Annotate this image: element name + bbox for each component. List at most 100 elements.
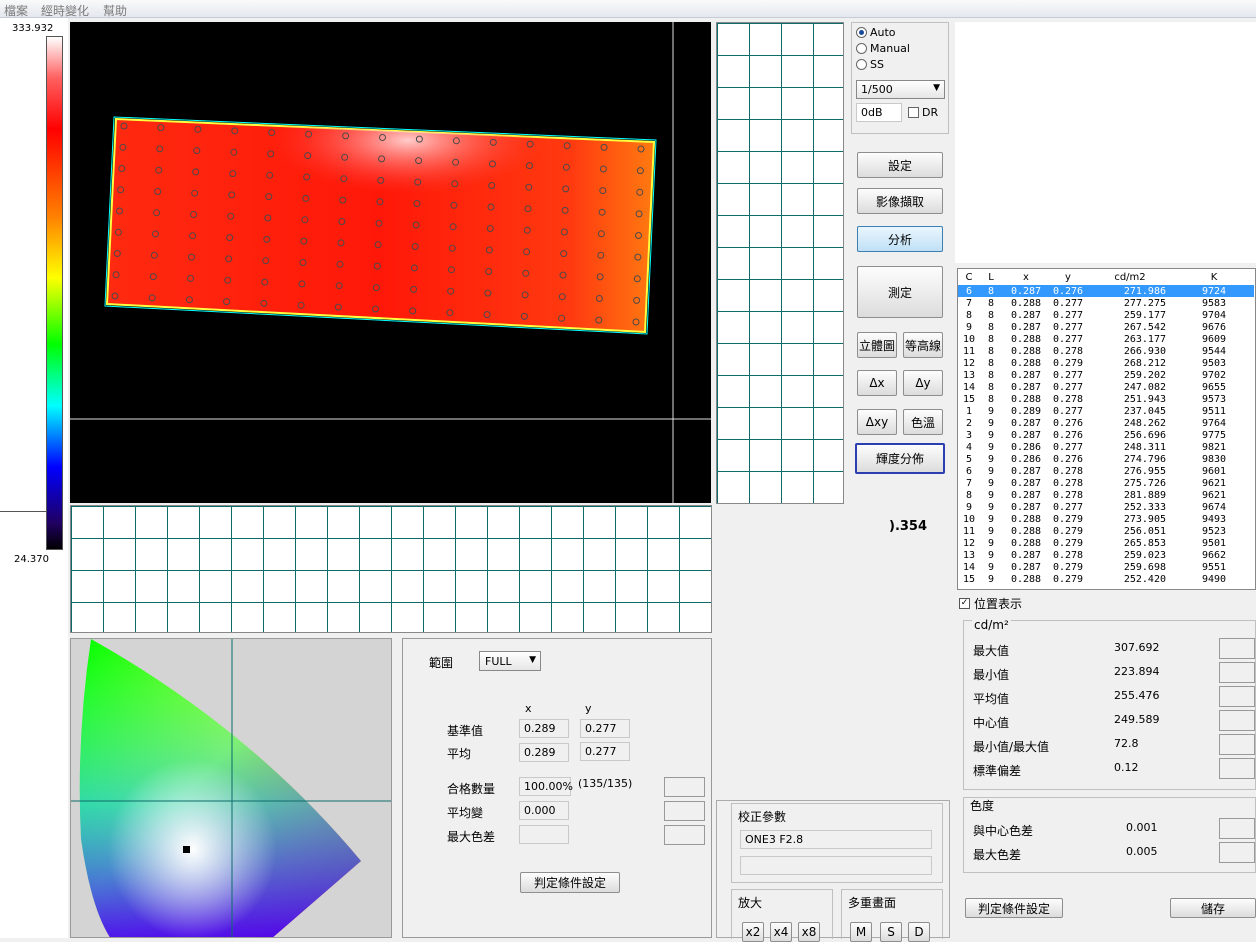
table-row[interactable]: 6 9 0.287 0.278 276.955 9601 (958, 465, 1254, 477)
ref-x-field[interactable]: 0.289 (519, 719, 569, 738)
pass-label: 合格數量 (447, 782, 496, 796)
shutter-select[interactable]: 1/500 ▼ (856, 80, 945, 99)
range-select[interactable]: FULL ▼ (479, 651, 541, 671)
table-row[interactable]: 7 8 0.288 0.277 277.275 9583 (958, 297, 1254, 309)
table-cell: 9 (987, 405, 995, 417)
table-row[interactable]: 6 8 0.287 0.276 271.986 9724 (958, 285, 1254, 297)
multi-s-button[interactable]: S (880, 922, 902, 942)
table-row[interactable]: 10 9 0.288 0.279 273.905 9493 (958, 513, 1254, 525)
analyze-button[interactable]: 分析 (857, 226, 943, 252)
gain-field[interactable]: 0dB (856, 103, 902, 122)
table-row[interactable]: 8 9 0.287 0.278 281.889 9621 (958, 489, 1254, 501)
multi-m-button[interactable]: M (850, 922, 872, 942)
table-cell: 9 (987, 573, 995, 585)
table-cell: 0.288 (1010, 525, 1042, 537)
menu-file[interactable]: 檔案 (4, 2, 28, 19)
table-row[interactable]: 8 8 0.287 0.277 259.177 9704 (958, 309, 1254, 321)
table-row[interactable]: 12 9 0.288 0.279 265.853 9501 (958, 537, 1254, 549)
table-row[interactable]: 13 9 0.287 0.278 259.023 9662 (958, 549, 1254, 561)
luminance-image[interactable] (70, 22, 711, 503)
col-k[interactable]: K (1174, 269, 1254, 285)
table-row[interactable]: 5 9 0.286 0.276 274.796 9830 (958, 453, 1254, 465)
table-cell: 8 (987, 369, 995, 381)
table-cell: 6 (965, 465, 973, 477)
table-cell: 0.277 (1052, 321, 1084, 333)
mode-ss-radio[interactable]: SS (856, 58, 884, 71)
table-row[interactable]: 2 9 0.287 0.276 248.262 9764 (958, 417, 1254, 429)
table-row[interactable]: 7 9 0.287 0.278 275.726 9621 (958, 477, 1254, 489)
delta-xy-button[interactable]: Δxy (857, 409, 897, 435)
table-row[interactable]: 3 9 0.287 0.276 256.696 9775 (958, 429, 1254, 441)
table-cell: 247.082 (1123, 381, 1166, 393)
calib-extra-field[interactable] (740, 856, 932, 875)
save-button[interactable]: 儲存 (1170, 898, 1256, 918)
table-row[interactable]: 11 8 0.288 0.278 266.930 9544 (958, 345, 1254, 357)
color-stat-value: 0.001 (1126, 821, 1158, 834)
table-cell: 9 (987, 453, 995, 465)
table-row[interactable]: 11 9 0.288 0.279 256.051 9523 (958, 525, 1254, 537)
contour-button[interactable]: 等高線 (903, 332, 943, 358)
zoom-x2-button[interactable]: x2 (742, 922, 764, 942)
menu-time-change[interactable]: 經時變化 (41, 2, 89, 19)
table-row[interactable]: 12 8 0.288 0.279 268.212 9503 (958, 357, 1254, 369)
menu-bar: 檔案 經時變化 幫助 (0, 0, 1256, 18)
ref-label: 基準值 (447, 724, 484, 738)
dr-checkbox[interactable]: DR (908, 106, 938, 119)
table-row[interactable]: 15 9 0.288 0.279 252.420 9490 (958, 573, 1254, 585)
view3d-button[interactable]: 立體圖 (857, 332, 897, 358)
position-display-checkbox[interactable]: ✓ 位置表示 (959, 595, 1022, 612)
table-row[interactable]: 9 9 0.287 0.277 252.333 9674 (958, 501, 1254, 513)
col-l[interactable]: L (980, 269, 1002, 285)
color-stat-label: 與中心色差 (973, 824, 1034, 838)
table-cell: 0.288 (1010, 333, 1042, 345)
judge-settings-button[interactable]: 判定條件設定 (520, 872, 620, 893)
zoom-x8-button[interactable]: x8 (798, 922, 820, 942)
table-cell: 11 (962, 525, 976, 537)
table-cell: 0.288 (1010, 297, 1042, 309)
delta-x-button[interactable]: Δx (857, 370, 897, 396)
calib-value-field[interactable]: ONE3 F2.8 (740, 830, 932, 849)
table-row[interactable]: 4 9 0.286 0.277 248.311 9821 (958, 441, 1254, 453)
table-cell: 0.288 (1010, 537, 1042, 549)
col-x[interactable]: x (1002, 269, 1050, 285)
settings-button[interactable]: 設定 (857, 152, 943, 178)
table-cell: 9583 (1201, 297, 1227, 309)
col-cdm2[interactable]: cd/m2 (1086, 269, 1174, 285)
stat-value: 0.12 (1114, 761, 1139, 774)
luminance-distribution-button[interactable]: 輝度分佈 (855, 443, 945, 474)
measure-button[interactable]: 測定 (857, 266, 943, 318)
table-row[interactable]: 14 8 0.287 0.277 247.082 9655 (958, 381, 1254, 393)
col-c[interactable]: C (958, 269, 980, 285)
zoom-x4-button[interactable]: x4 (770, 922, 792, 942)
table-cell: 8 (987, 393, 995, 405)
multi-d-button[interactable]: D (908, 922, 930, 942)
table-cell: 12 (962, 537, 976, 549)
table-cell: 9 (987, 429, 995, 441)
capture-button[interactable]: 影像擷取 (857, 188, 943, 214)
table-row[interactable]: 1 9 0.289 0.277 237.045 9511 (958, 405, 1254, 417)
table-row[interactable]: 10 8 0.288 0.277 263.177 9609 (958, 333, 1254, 345)
delta-y-button[interactable]: Δy (903, 370, 943, 396)
ref-y-field[interactable]: 0.277 (580, 719, 630, 738)
table-cell: 9511 (1201, 405, 1227, 417)
table-row[interactable]: 15 8 0.288 0.278 251.943 9573 (958, 393, 1254, 405)
mode-auto-radio[interactable]: Auto (856, 26, 896, 39)
chromaticity-diagram[interactable] (70, 638, 392, 938)
table-row[interactable]: 14 9 0.287 0.279 259.698 9551 (958, 561, 1254, 573)
color-stats-group: 色度 與中心色差 0.001 最大色差 0.005 (963, 797, 1256, 873)
table-cell: 0.276 (1052, 453, 1084, 465)
mode-manual-radio[interactable]: Manual (856, 42, 910, 55)
table-cell: 0.277 (1052, 333, 1084, 345)
table-row[interactable]: 13 8 0.287 0.277 259.202 9702 (958, 369, 1254, 381)
color-temp-button[interactable]: 色溫 (903, 409, 943, 435)
range-value: FULL (485, 655, 512, 668)
stat-value: 249.589 (1114, 713, 1160, 726)
measurement-table[interactable]: C L x y cd/m2 K 6 8 0.287 0.276 271.986 9724 7… (957, 268, 1256, 590)
judge-settings-button-right[interactable]: 判定條件設定 (965, 898, 1063, 918)
table-cell: 8 (987, 345, 995, 357)
table-cell: 8 (965, 489, 973, 501)
menu-help[interactable]: 幫助 (103, 2, 127, 19)
table-cell: 9501 (1201, 537, 1227, 549)
table-row[interactable]: 9 8 0.287 0.277 267.542 9676 (958, 321, 1254, 333)
col-y[interactable]: y (1050, 269, 1086, 285)
